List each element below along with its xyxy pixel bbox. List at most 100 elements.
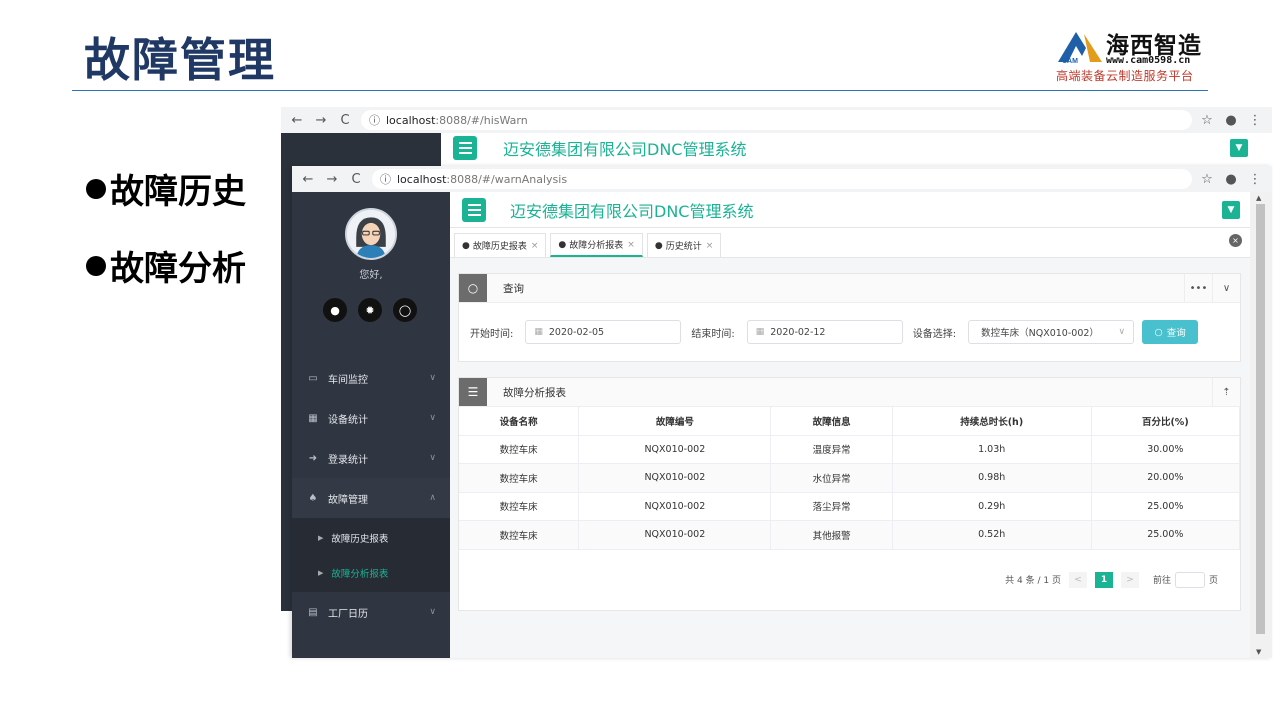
chevron-down-icon[interactable]: ▼ bbox=[1222, 200, 1240, 219]
reload-icon[interactable]: C bbox=[337, 113, 353, 128]
more-horizontal-icon[interactable]: ••• bbox=[1184, 274, 1212, 302]
slide: 故障管理 CAM 海西智造 www.cam0598.cn 高端装备云制造服务平台… bbox=[0, 0, 1280, 720]
close-all-tabs-icon[interactable]: × bbox=[1229, 234, 1242, 247]
report-panel-header: ☰ 故障分析报表 ⇡ bbox=[459, 378, 1240, 407]
back-arrow-icon[interactable]: ← bbox=[289, 113, 305, 128]
device-select[interactable]: 数控车床（NQX010-002） ∨ bbox=[968, 320, 1135, 344]
table-row[interactable]: 数控车床 NQX010-002 其他报警 0.52h 25.00% bbox=[459, 520, 1241, 550]
chevron-down-icon: ∨ bbox=[429, 453, 436, 463]
scroll-down-icon[interactable]: ▼ bbox=[1256, 648, 1261, 656]
scroll-up-icon[interactable]: ▲ bbox=[1256, 194, 1261, 202]
column-header[interactable]: 故障编号 bbox=[578, 407, 772, 436]
info-icon: ⓘ bbox=[369, 114, 380, 127]
bullet-dot-icon bbox=[86, 255, 106, 276]
table-row[interactable]: 数控车床 NQX010-002 水位异常 0.98h 20.00% bbox=[459, 463, 1241, 493]
avatar[interactable] bbox=[345, 208, 397, 260]
app-header-back: 迈安德集团有限公司DNC管理系统 ▼ bbox=[441, 133, 1272, 163]
search-icon: ○ bbox=[1154, 326, 1163, 338]
sidebar-subitem-fault-analysis[interactable]: ▶ 故障分析报表 bbox=[292, 555, 450, 590]
table-row[interactable]: 数控车床 NQX010-002 温度异常 1.03h 30.00% bbox=[459, 435, 1241, 464]
browser-toolbar: ← → C ⓘ localhost:8088/#/warnAnalysis ☆ … bbox=[292, 166, 1272, 192]
table-header-row: 设备名称 故障编号 故障信息 持续总时长(h) 百分比(%) bbox=[459, 407, 1241, 436]
title-divider bbox=[72, 90, 1208, 91]
app-header: 迈安德集团有限公司DNC管理系统 ▼ bbox=[450, 192, 1250, 228]
end-date-input[interactable]: ▦ 2020-02-12 bbox=[746, 320, 903, 344]
more-icon[interactable]: ⋮ bbox=[1246, 172, 1264, 187]
report-table: 设备名称 故障编号 故障信息 持续总时长(h) 百分比(%) 数控车床 NQX0… bbox=[459, 407, 1241, 550]
column-header[interactable]: 故障信息 bbox=[770, 407, 893, 436]
calendar-icon: ▤ bbox=[308, 606, 318, 618]
user-icon[interactable]: ● bbox=[323, 298, 347, 322]
query-button[interactable]: ○ 查询 bbox=[1142, 320, 1199, 344]
sidebar-item-device-stats[interactable]: ▦ 设备统计 ∨ bbox=[292, 398, 450, 438]
app-title: 迈安德集团有限公司DNC管理系统 bbox=[503, 140, 747, 159]
column-header[interactable]: 百分比(%) bbox=[1091, 407, 1241, 436]
address-bar[interactable]: ⓘ localhost:8088/#/warnAnalysis bbox=[372, 169, 1192, 189]
bullet-list: 故障历史 故障分析 bbox=[86, 164, 246, 318]
account-icon[interactable]: ● bbox=[1222, 172, 1240, 187]
star-icon[interactable]: ☆ bbox=[1198, 172, 1216, 187]
svg-text:CAM: CAM bbox=[1062, 58, 1078, 65]
sidebar-item-login-stats[interactable]: ➜ 登录统计 ∨ bbox=[292, 438, 450, 478]
query-panel: ○ 查询 ••• ∨ 开始时间: ▦ 2020-02-05 结束时间: ▦ 2020… bbox=[458, 273, 1241, 362]
calendar-icon: ▦ bbox=[534, 327, 543, 337]
table-row[interactable]: 数控车床 NQX010-002 落尘异常 0.29h 25.00% bbox=[459, 492, 1241, 521]
calendar-icon: ▦ bbox=[755, 327, 765, 337]
sidebar-subitem-fault-history[interactable]: ▶ 故障历史报表 bbox=[292, 520, 450, 555]
bell-icon: ♠ bbox=[308, 492, 318, 504]
menu-toggle-button[interactable] bbox=[453, 136, 477, 160]
next-page-button[interactable]: > bbox=[1120, 571, 1139, 588]
main-content: 迈安德集团有限公司DNC管理系统 ▼ ● 故障历史报表 × ● 故障分析报表 × ●… bbox=[450, 192, 1250, 658]
slide-title: 故障管理 bbox=[84, 33, 276, 87]
chevron-down-icon: ∨ bbox=[429, 413, 436, 423]
column-header[interactable]: 持续总时长(h) bbox=[892, 407, 1092, 436]
forward-arrow-icon[interactable]: → bbox=[313, 113, 329, 128]
column-header[interactable]: 设备名称 bbox=[459, 407, 580, 436]
tab-fault-analysis[interactable]: ● 故障分析报表 × bbox=[550, 233, 643, 257]
reload-icon[interactable]: C bbox=[348, 172, 364, 187]
sidebar-controls: ● ✹ ◯ bbox=[323, 298, 417, 322]
list-icon: ☰ bbox=[459, 378, 487, 406]
start-date-input[interactable]: ▦ 2020-02-05 bbox=[525, 320, 682, 344]
tab-fault-history[interactable]: ● 故障历史报表 × bbox=[454, 233, 547, 257]
tab-bar: ● 故障历史报表 × ● 故障分析报表 × ● 历史统计 × × bbox=[450, 228, 1250, 258]
report-panel: ☰ 故障分析报表 ⇡ 设备名称 故障编号 故障信息 持续总时长(h) 百分比(%… bbox=[458, 377, 1241, 611]
chevron-down-icon: ∨ bbox=[1118, 327, 1126, 337]
address-bar[interactable]: ⓘ localhost:8088/#/hisWarn bbox=[361, 110, 1192, 130]
prev-page-button[interactable]: < bbox=[1068, 571, 1087, 588]
browser-toolbar: ← → C ⓘ localhost:8088/#/hisWarn ☆ ● ⋮ bbox=[281, 107, 1272, 133]
company-logo: CAM 海西智造 www.cam0598.cn 高端装备云制造服务平台 bbox=[1056, 26, 1216, 86]
close-icon[interactable]: × bbox=[706, 241, 714, 251]
chevron-up-icon: ∧ bbox=[429, 493, 436, 503]
menu-toggle-button[interactable] bbox=[462, 197, 486, 222]
goto-page-input[interactable] bbox=[1174, 571, 1205, 588]
power-icon[interactable]: ◯ bbox=[393, 298, 417, 322]
close-icon[interactable]: × bbox=[627, 240, 635, 250]
monitor-icon: ▭ bbox=[308, 372, 318, 384]
account-icon[interactable]: ● bbox=[1222, 113, 1240, 128]
greeting: 您好, bbox=[359, 270, 383, 281]
close-icon[interactable]: × bbox=[531, 241, 539, 251]
page-number-button[interactable]: 1 bbox=[1094, 571, 1113, 588]
more-icon[interactable]: ⋮ bbox=[1246, 113, 1264, 128]
sidebar: 您好, ● ✹ ◯ ▭ 车间监控 ∨ ▦ 设备统计 ∨ ➜ 登录统计 ∨ ♠ 故… bbox=[292, 192, 450, 658]
login-icon: ➜ bbox=[308, 452, 318, 464]
back-arrow-icon[interactable]: ← bbox=[300, 172, 316, 187]
gear-icon[interactable]: ✹ bbox=[358, 298, 382, 322]
page-scrollbar[interactable]: ▲ ▼ bbox=[1250, 192, 1272, 658]
logo-slogan: 高端装备云制造服务平台 bbox=[1056, 69, 1194, 83]
forward-arrow-icon[interactable]: → bbox=[324, 172, 340, 187]
chevron-down-icon[interactable]: ▼ bbox=[1230, 139, 1248, 157]
sidebar-item-fault-management[interactable]: ♠ 故障管理 ∧ bbox=[292, 478, 450, 518]
sidebar-item-workshop-monitor[interactable]: ▭ 车间监控 ∨ bbox=[292, 358, 450, 398]
chevron-down-icon: ∨ bbox=[429, 607, 436, 617]
star-icon[interactable]: ☆ bbox=[1198, 113, 1216, 128]
collapse-chevron-icon[interactable]: ∨ bbox=[1212, 274, 1240, 302]
logo-mark-icon: CAM bbox=[1058, 32, 1102, 65]
scrollbar-thumb[interactable] bbox=[1256, 204, 1265, 634]
logo-site: www.cam0598.cn bbox=[1106, 55, 1191, 66]
pagination: 共 4 条 / 1 页 < 1 > 前往 页 bbox=[459, 550, 1240, 610]
tab-history-stats[interactable]: ● 历史统计 × bbox=[646, 233, 722, 257]
export-icon[interactable]: ⇡ bbox=[1212, 378, 1240, 406]
sidebar-item-factory-calendar[interactable]: ▤ 工厂日历 ∨ bbox=[292, 592, 450, 632]
